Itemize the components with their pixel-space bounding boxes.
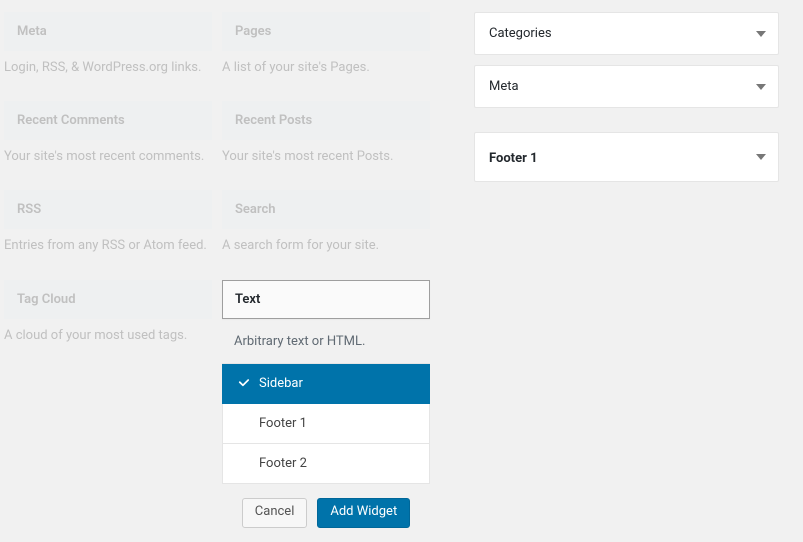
widget-title: Text [222,280,430,319]
widget-search[interactable]: Search A search form for your site. [222,178,430,267]
widget-action-row: Cancel Add Widget [222,484,430,542]
sidebar-widget-label: Categories [489,26,552,41]
widget-title: Meta [4,12,212,51]
check-icon [237,376,251,390]
widget-desc: Your site's most recent comments. [4,148,212,178]
widget-title: Search [222,190,430,229]
area-option-label: Footer 1 [259,416,307,431]
widget-area-label: Footer 1 [489,151,538,166]
area-option-footer-2[interactable]: Footer 2 [222,444,430,484]
widget-desc: A list of your site's Pages. [222,59,430,89]
sidebar-open-area: Categories Meta [474,12,779,108]
widget-pages[interactable]: Pages A list of your site's Pages. [222,0,430,89]
widget-area-chooser: Sidebar Footer 1 Footer 2 [222,363,430,484]
widget-text[interactable]: Text Arbitrary text or HTML. Sidebar Foo… [222,268,430,542]
caret-down-icon [756,29,766,39]
widget-desc: Arbitrary text or HTML. [222,327,430,363]
widget-rss[interactable]: RSS Entries from any RSS or Atom feed. [4,178,212,267]
area-option-sidebar[interactable]: Sidebar [222,364,430,404]
widget-recent-comments[interactable]: Recent Comments Your site's most recent … [4,89,212,178]
widget-desc: A search form for your site. [222,237,430,267]
widget-area-footer-1[interactable]: Footer 1 [474,132,779,182]
widget-title: Recent Comments [4,101,212,140]
widget-title: RSS [4,190,212,229]
sidebar-widget-categories[interactable]: Categories [474,12,779,55]
sidebar-widget-meta[interactable]: Meta [474,65,779,108]
widget-desc: Entries from any RSS or Atom feed. [4,237,212,267]
add-widget-button[interactable]: Add Widget [317,498,410,528]
area-option-label: Sidebar [259,376,303,391]
widget-recent-posts[interactable]: Recent Posts Your site's most recent Pos… [222,89,430,178]
area-option-footer-1[interactable]: Footer 1 [222,404,430,444]
widget-meta[interactable]: Meta Login, RSS, & WordPress.org links. [4,0,212,89]
caret-down-icon [756,82,766,92]
sidebar-widget-label: Meta [489,79,519,94]
widget-desc: Your site's most recent Posts. [222,148,430,178]
widget-tag-cloud[interactable]: Tag Cloud A cloud of your most used tags… [4,268,212,357]
widget-title: Pages [222,12,430,51]
caret-down-icon [756,152,766,162]
widget-desc: Login, RSS, & WordPress.org links. [4,59,212,89]
area-option-label: Footer 2 [259,456,307,471]
widget-desc: A cloud of your most used tags. [4,327,212,357]
cancel-button[interactable]: Cancel [242,498,308,528]
widget-title: Recent Posts [222,101,430,140]
widget-title: Tag Cloud [4,280,212,319]
